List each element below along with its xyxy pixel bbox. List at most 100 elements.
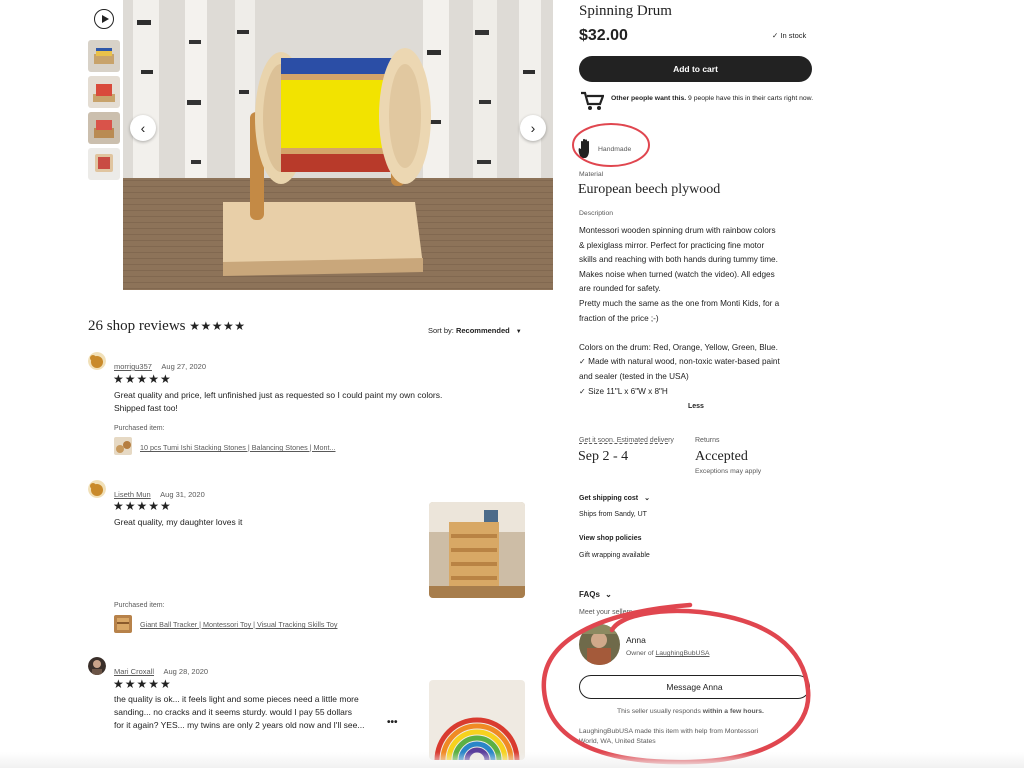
description-line: Pretty much the same as the one from Mon… [579, 298, 780, 308]
description-line: skills and reaching with both hands duri… [579, 255, 778, 265]
made-by-note: LaughingBubUSA made this item with help … [579, 728, 759, 745]
reviewer-name[interactable]: morrigu357 [114, 362, 152, 371]
gift-wrapping: Gift wrapping available [579, 552, 650, 559]
hand-icon [578, 138, 589, 158]
demand-bold: Other people want this. [611, 95, 687, 102]
review-text: the quality is ok... it feels light and … [114, 693, 414, 732]
sort-label: Sort by: [428, 326, 456, 335]
chevron-right-icon: › [530, 120, 536, 136]
purchased-label: Purchased item: [114, 602, 165, 609]
handmade-label: Handmade [598, 146, 632, 153]
reviewer-avatar[interactable] [88, 352, 106, 370]
response-time: This seller usually responds within a fe… [617, 708, 764, 715]
gallery-thumbnail[interactable] [88, 76, 120, 108]
purchased-label: Purchased item: [114, 425, 165, 432]
description-line: Makes noise when turned (watch the video… [579, 269, 775, 279]
prev-image-button[interactable]: ‹ [130, 115, 156, 141]
review-photo[interactable] [429, 680, 525, 760]
reviewer-avatar[interactable] [88, 657, 106, 675]
description-line: ✓ Made with natural wood, non-toxic wate… [579, 357, 780, 367]
review-date: Aug 27, 2020 [161, 362, 207, 371]
delivery-dates: Sep 2 - 4 [578, 449, 629, 464]
play-video-icon[interactable] [94, 9, 114, 29]
description-line: ✓ Size 11"L x 6"W x 8"H [579, 386, 668, 396]
less-toggle[interactable]: Less [688, 403, 704, 410]
meet-seller-label: Meet your sellers [579, 609, 633, 616]
gallery-thumbnail[interactable] [88, 40, 120, 72]
review-date: Aug 31, 2020 [160, 490, 205, 499]
response-time-value: within a few hours. [702, 708, 764, 715]
review-photo[interactable] [429, 502, 525, 598]
product-title: Spinning Drum [579, 3, 672, 19]
purchased-item-thumbnail[interactable] [114, 615, 132, 633]
description-label: Description [579, 210, 613, 217]
description-line: & plexiglass mirror. Perfect for practic… [579, 240, 765, 250]
material-value: European beech plywood [578, 182, 721, 197]
reviews-heading: 26 shop reviews ★★★★★ [88, 318, 246, 335]
review-date: Aug 28, 2020 [163, 667, 209, 676]
delivery-label[interactable]: Get it soon. Estimated delivery [579, 437, 674, 444]
faqs-label: FAQs [579, 590, 600, 599]
seller-avatar[interactable] [579, 624, 620, 665]
ships-from: Ships from Sandy, UT [579, 511, 647, 518]
shop-policies-link[interactable]: View shop policies [579, 535, 642, 542]
review-stars: ★★★★★ [113, 499, 172, 513]
check-icon: ✓ [772, 31, 779, 40]
chevron-down-icon: ⌄ [644, 495, 650, 502]
stock-status: ✓ In stock [772, 31, 806, 40]
sort-value: Recommended [455, 326, 510, 335]
message-seller-button[interactable]: Message Anna [579, 675, 810, 699]
review-text: Great quality and price, left unfinished… [114, 389, 534, 415]
seller-owner-line: Owner of LaughingBubUSA [626, 650, 710, 657]
reviewer-name[interactable]: Mari Croxall [114, 667, 154, 676]
reviewer-name[interactable]: Liseth Mun [114, 490, 151, 499]
stock-label: In stock [780, 31, 807, 40]
gallery-thumbnail[interactable] [88, 148, 120, 180]
returns-exceptions: Exceptions may apply [695, 468, 762, 475]
shopping-cart-icon [581, 91, 604, 110]
description-line: and sealer (tested in the USA) [579, 371, 689, 381]
purchased-item-thumbnail[interactable] [114, 437, 132, 455]
shipping-cost-label: Get shipping cost [579, 495, 639, 502]
purchased-item-link[interactable]: Giant Ball Tracker | Montessori Toy | Vi… [140, 620, 337, 629]
returns-value: Accepted [695, 449, 748, 464]
reviews-count: 26 shop reviews [88, 318, 186, 334]
rating-stars-icon: ★★★★★ [189, 319, 246, 333]
more-options-icon[interactable]: ••• [387, 717, 398, 728]
product-main-image [123, 0, 553, 290]
description-line: Colors on the drum: Red, Orange, Yellow,… [579, 342, 778, 352]
owner-prefix: Owner of [626, 650, 656, 657]
review-stars: ★★★★★ [113, 677, 172, 691]
description-text: Montessori wooden spinning drum with rai… [579, 224, 811, 399]
chevron-down-icon: ⌄ [605, 590, 612, 599]
review-stars: ★★★★★ [113, 372, 172, 386]
purchased-item-link[interactable]: 10 pcs Tumi Ishi Stacking Stones | Balan… [140, 443, 336, 452]
faqs-toggle[interactable]: FAQs ⌄ [579, 590, 612, 599]
demand-notice: Other people want this. 9 people have th… [611, 94, 816, 103]
product-price: $32.00 [579, 27, 628, 44]
seller-name: Anna [626, 635, 646, 645]
review-text: Great quality, my daughter loves it [114, 517, 243, 527]
material-label: Material [579, 171, 604, 178]
chevron-left-icon: ‹ [140, 120, 146, 136]
shipping-cost-toggle[interactable]: Get shipping cost ⌄ [579, 494, 650, 502]
demand-text: 9 people have this in their carts right … [686, 95, 814, 102]
review-text-line: Shipped fast too! [114, 403, 178, 413]
reviewer-avatar[interactable] [88, 480, 106, 498]
shop-name-link[interactable]: LaughingBubUSA [655, 650, 709, 657]
sort-dropdown[interactable]: Sort by: Recommended ▼ [428, 326, 522, 335]
description-line: Montessori wooden spinning drum with rai… [579, 226, 776, 235]
response-prefix: This seller usually responds [617, 708, 703, 715]
review-text-line: for it again? YES... my twins are only 2… [114, 720, 365, 730]
description-line: are rounded for safety. [579, 284, 661, 294]
review-text-line: the quality is ok... it feels light and … [114, 694, 359, 704]
review-text-line: sanding... no cracks and it seems sturdy… [114, 707, 352, 717]
gallery-thumbnail[interactable] [88, 112, 120, 144]
returns-label: Returns [695, 437, 720, 444]
add-to-cart-button[interactable]: Add to cart [579, 56, 812, 82]
description-line: fraction of the price ;-) [579, 313, 659, 323]
review-text-line: Great quality and price, left unfinished… [114, 390, 443, 400]
bottom-scroll-shadow [0, 752, 1024, 768]
next-image-button[interactable]: › [520, 115, 546, 141]
